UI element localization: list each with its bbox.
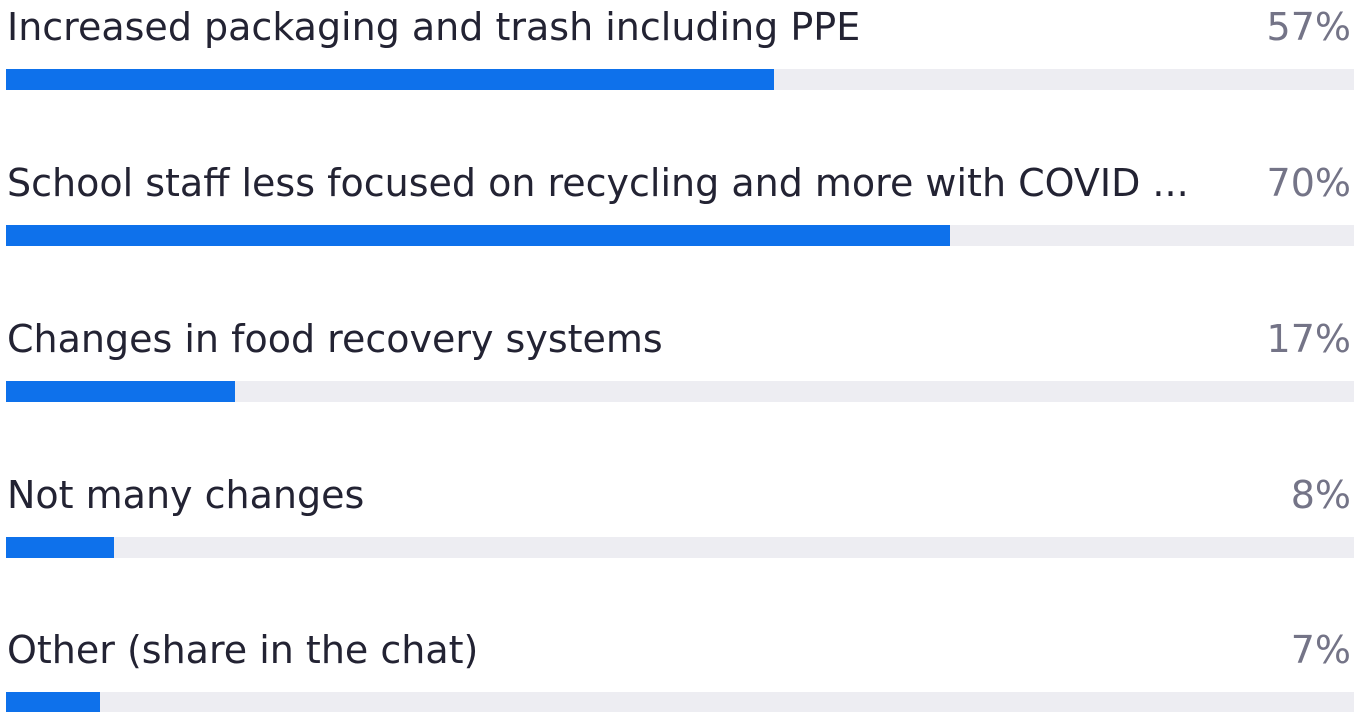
poll-option: Other (share in the chat) 7% xyxy=(0,624,1355,712)
poll-option: Increased packaging and trash including … xyxy=(0,1,1355,101)
progress-track xyxy=(6,69,1354,90)
progress-fill xyxy=(6,69,775,90)
progress-fill xyxy=(6,381,236,402)
option-percent: 7% xyxy=(1290,628,1351,672)
option-label: Not many changes xyxy=(7,473,365,517)
progress-track xyxy=(6,692,1354,712)
progress-track xyxy=(6,381,1354,402)
option-label: School staff less focused on recycling a… xyxy=(7,161,1189,205)
option-percent: 70% xyxy=(1266,161,1351,205)
poll-results: Increased packaging and trash including … xyxy=(0,0,1355,712)
option-percent: 57% xyxy=(1266,5,1351,49)
poll-option: School staff less focused on recycling a… xyxy=(0,157,1355,257)
progress-track xyxy=(6,537,1354,558)
progress-fill xyxy=(6,537,114,558)
progress-fill xyxy=(6,225,950,246)
option-label: Increased packaging and trash including … xyxy=(7,5,861,49)
option-label: Other (share in the chat) xyxy=(7,628,479,672)
poll-option: Not many changes 8% xyxy=(0,469,1355,569)
progress-fill xyxy=(6,692,101,712)
poll-option: Changes in food recovery systems 17% xyxy=(0,313,1355,413)
option-label: Changes in food recovery systems xyxy=(7,317,663,361)
option-percent: 8% xyxy=(1290,473,1351,517)
option-percent: 17% xyxy=(1266,317,1351,361)
progress-track xyxy=(6,225,1354,246)
